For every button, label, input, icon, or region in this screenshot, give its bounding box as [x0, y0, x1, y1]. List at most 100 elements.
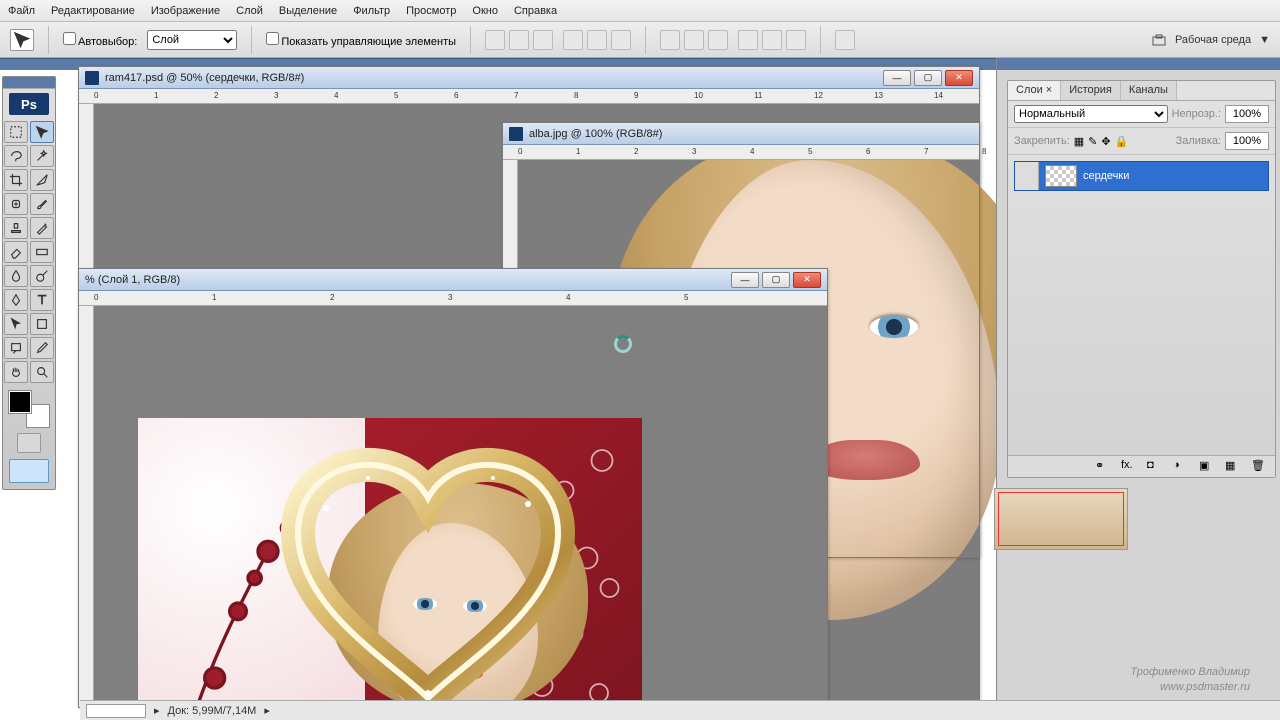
- ruler-vertical[interactable]: [79, 306, 94, 707]
- history-brush-tool[interactable]: [30, 217, 54, 239]
- tab-history[interactable]: История: [1061, 81, 1121, 100]
- ruler-horizontal[interactable]: 012345: [79, 291, 827, 306]
- lock-move-icon[interactable]: ✥: [1101, 135, 1110, 148]
- tools-panel: Ps: [2, 76, 56, 490]
- workspace-switcher[interactable]: Рабочая среда ▼: [1151, 32, 1270, 48]
- signature-url: www.psdmaster.ru: [1130, 680, 1250, 694]
- path-select-tool[interactable]: [4, 313, 28, 335]
- quick-mask-toggle[interactable]: [17, 433, 41, 453]
- link-icon[interactable]: ⚭: [1095, 459, 1111, 475]
- crop-tool[interactable]: [4, 169, 28, 191]
- menu-layer[interactable]: Слой: [236, 5, 263, 17]
- menu-window[interactable]: Окно: [472, 5, 498, 17]
- lock-all-icon[interactable]: 🔒: [1115, 135, 1129, 148]
- align-icon[interactable]: [611, 30, 631, 50]
- distribute-icon[interactable]: [738, 30, 758, 50]
- layer-thumbnail[interactable]: [1045, 165, 1077, 187]
- distribute-icon[interactable]: [786, 30, 806, 50]
- menu-image[interactable]: Изображение: [151, 5, 220, 17]
- eraser-tool[interactable]: [4, 241, 28, 263]
- screen-mode-toggle[interactable]: [9, 459, 49, 483]
- maximize-button[interactable]: ▢: [762, 272, 790, 288]
- menu-select[interactable]: Выделение: [279, 5, 337, 17]
- tab-layers[interactable]: Слои ×: [1008, 81, 1061, 100]
- folder-icon[interactable]: ▣: [1199, 459, 1215, 475]
- arrow-icon[interactable]: ▸: [264, 704, 270, 717]
- distribute-icon[interactable]: [762, 30, 782, 50]
- slice-tool[interactable]: [30, 169, 54, 191]
- ruler-horizontal[interactable]: 01234567891011121314: [79, 89, 979, 104]
- opacity-input[interactable]: 100%: [1225, 105, 1269, 123]
- align-icon[interactable]: [509, 30, 529, 50]
- brush-tool[interactable]: [30, 193, 54, 215]
- menu-file[interactable]: Файл: [8, 5, 35, 17]
- layer-row[interactable]: сердечки: [1014, 161, 1269, 191]
- layer-visibility-toggle[interactable]: [1015, 162, 1039, 190]
- right-dock: Слои × История Каналы Нормальный Непрозр…: [996, 58, 1280, 720]
- dodge-tool[interactable]: [30, 265, 54, 287]
- align-icon[interactable]: [587, 30, 607, 50]
- marquee-tool[interactable]: [4, 121, 28, 143]
- align-icon[interactable]: [533, 30, 553, 50]
- type-tool[interactable]: [30, 289, 54, 311]
- blur-tool[interactable]: [4, 265, 28, 287]
- ruler-horizontal[interactable]: 01234567891011121314: [503, 145, 979, 160]
- auto-select-check[interactable]: Автовыбор:: [63, 32, 137, 48]
- blend-mode-dropdown[interactable]: Нормальный: [1014, 105, 1168, 123]
- navigator-thumbnail[interactable]: [994, 488, 1128, 550]
- new-layer-icon[interactable]: ▦: [1225, 459, 1241, 475]
- pen-tool[interactable]: [4, 289, 28, 311]
- titlebar-3[interactable]: % (Слой 1, RGB/8) —▢✕: [79, 269, 827, 291]
- distribute-icon[interactable]: [684, 30, 704, 50]
- panel-grab[interactable]: [3, 77, 55, 89]
- adjustment-icon[interactable]: ◑: [1173, 459, 1189, 475]
- distribute-icon[interactable]: [660, 30, 680, 50]
- auto-select-label: Автовыбор:: [78, 36, 137, 48]
- close-button[interactable]: ✕: [945, 70, 973, 86]
- arrow-icon[interactable]: ▸: [154, 704, 160, 717]
- briefcase-icon: [1151, 32, 1167, 48]
- wand-tool[interactable]: [30, 145, 54, 167]
- heal-tool[interactable]: [4, 193, 28, 215]
- menu-edit[interactable]: Редактирование: [51, 5, 135, 17]
- close-button[interactable]: ✕: [793, 272, 821, 288]
- lock-brush-icon[interactable]: ✎: [1088, 135, 1097, 148]
- lasso-tool[interactable]: [4, 145, 28, 167]
- move-tool[interactable]: [30, 121, 54, 143]
- stamp-tool[interactable]: [4, 217, 28, 239]
- zoom-tool[interactable]: [30, 361, 54, 383]
- fill-input[interactable]: 100%: [1225, 132, 1269, 150]
- dock-grab[interactable]: [997, 58, 1280, 70]
- color-swatches[interactable]: [9, 391, 49, 427]
- gradient-tool[interactable]: [30, 241, 54, 263]
- trash-icon[interactable]: 🗑: [1251, 459, 1267, 475]
- ps-doc-icon: [509, 127, 523, 141]
- mask-icon[interactable]: ◘: [1147, 459, 1163, 475]
- minimize-button[interactable]: —: [731, 272, 759, 288]
- eyedropper-tool[interactable]: [30, 337, 54, 359]
- maximize-button[interactable]: ▢: [914, 70, 942, 86]
- distribute-icon[interactable]: [708, 30, 728, 50]
- lock-transparency-icon[interactable]: ▦: [1074, 135, 1084, 148]
- menu-view[interactable]: Просмотр: [406, 5, 456, 17]
- heart-frame: [278, 438, 578, 718]
- move-tool-icon[interactable]: [10, 29, 34, 51]
- titlebar-2[interactable]: alba.jpg @ 100% (RGB/8#): [503, 123, 979, 145]
- fg-color[interactable]: [9, 391, 31, 413]
- tab-channels[interactable]: Каналы: [1121, 81, 1177, 100]
- auto-select-dropdown[interactable]: Слой: [147, 30, 237, 50]
- align-cluster-1: [485, 30, 553, 50]
- fx-icon[interactable]: fx.: [1121, 459, 1137, 475]
- align-icon[interactable]: [563, 30, 583, 50]
- arrange-icon[interactable]: [835, 30, 855, 50]
- minimize-button[interactable]: —: [883, 70, 911, 86]
- zoom-field[interactable]: [86, 704, 146, 718]
- menu-help[interactable]: Справка: [514, 5, 557, 17]
- hand-tool[interactable]: [4, 361, 28, 383]
- menu-filter[interactable]: Фильтр: [353, 5, 390, 17]
- titlebar-1[interactable]: ram417.psd @ 50% (сердечки, RGB/8#) —▢✕: [79, 67, 979, 89]
- align-icon[interactable]: [485, 30, 505, 50]
- shape-tool[interactable]: [30, 313, 54, 335]
- notes-tool[interactable]: [4, 337, 28, 359]
- show-transform-check[interactable]: Показать управляющие элементы: [266, 32, 456, 48]
